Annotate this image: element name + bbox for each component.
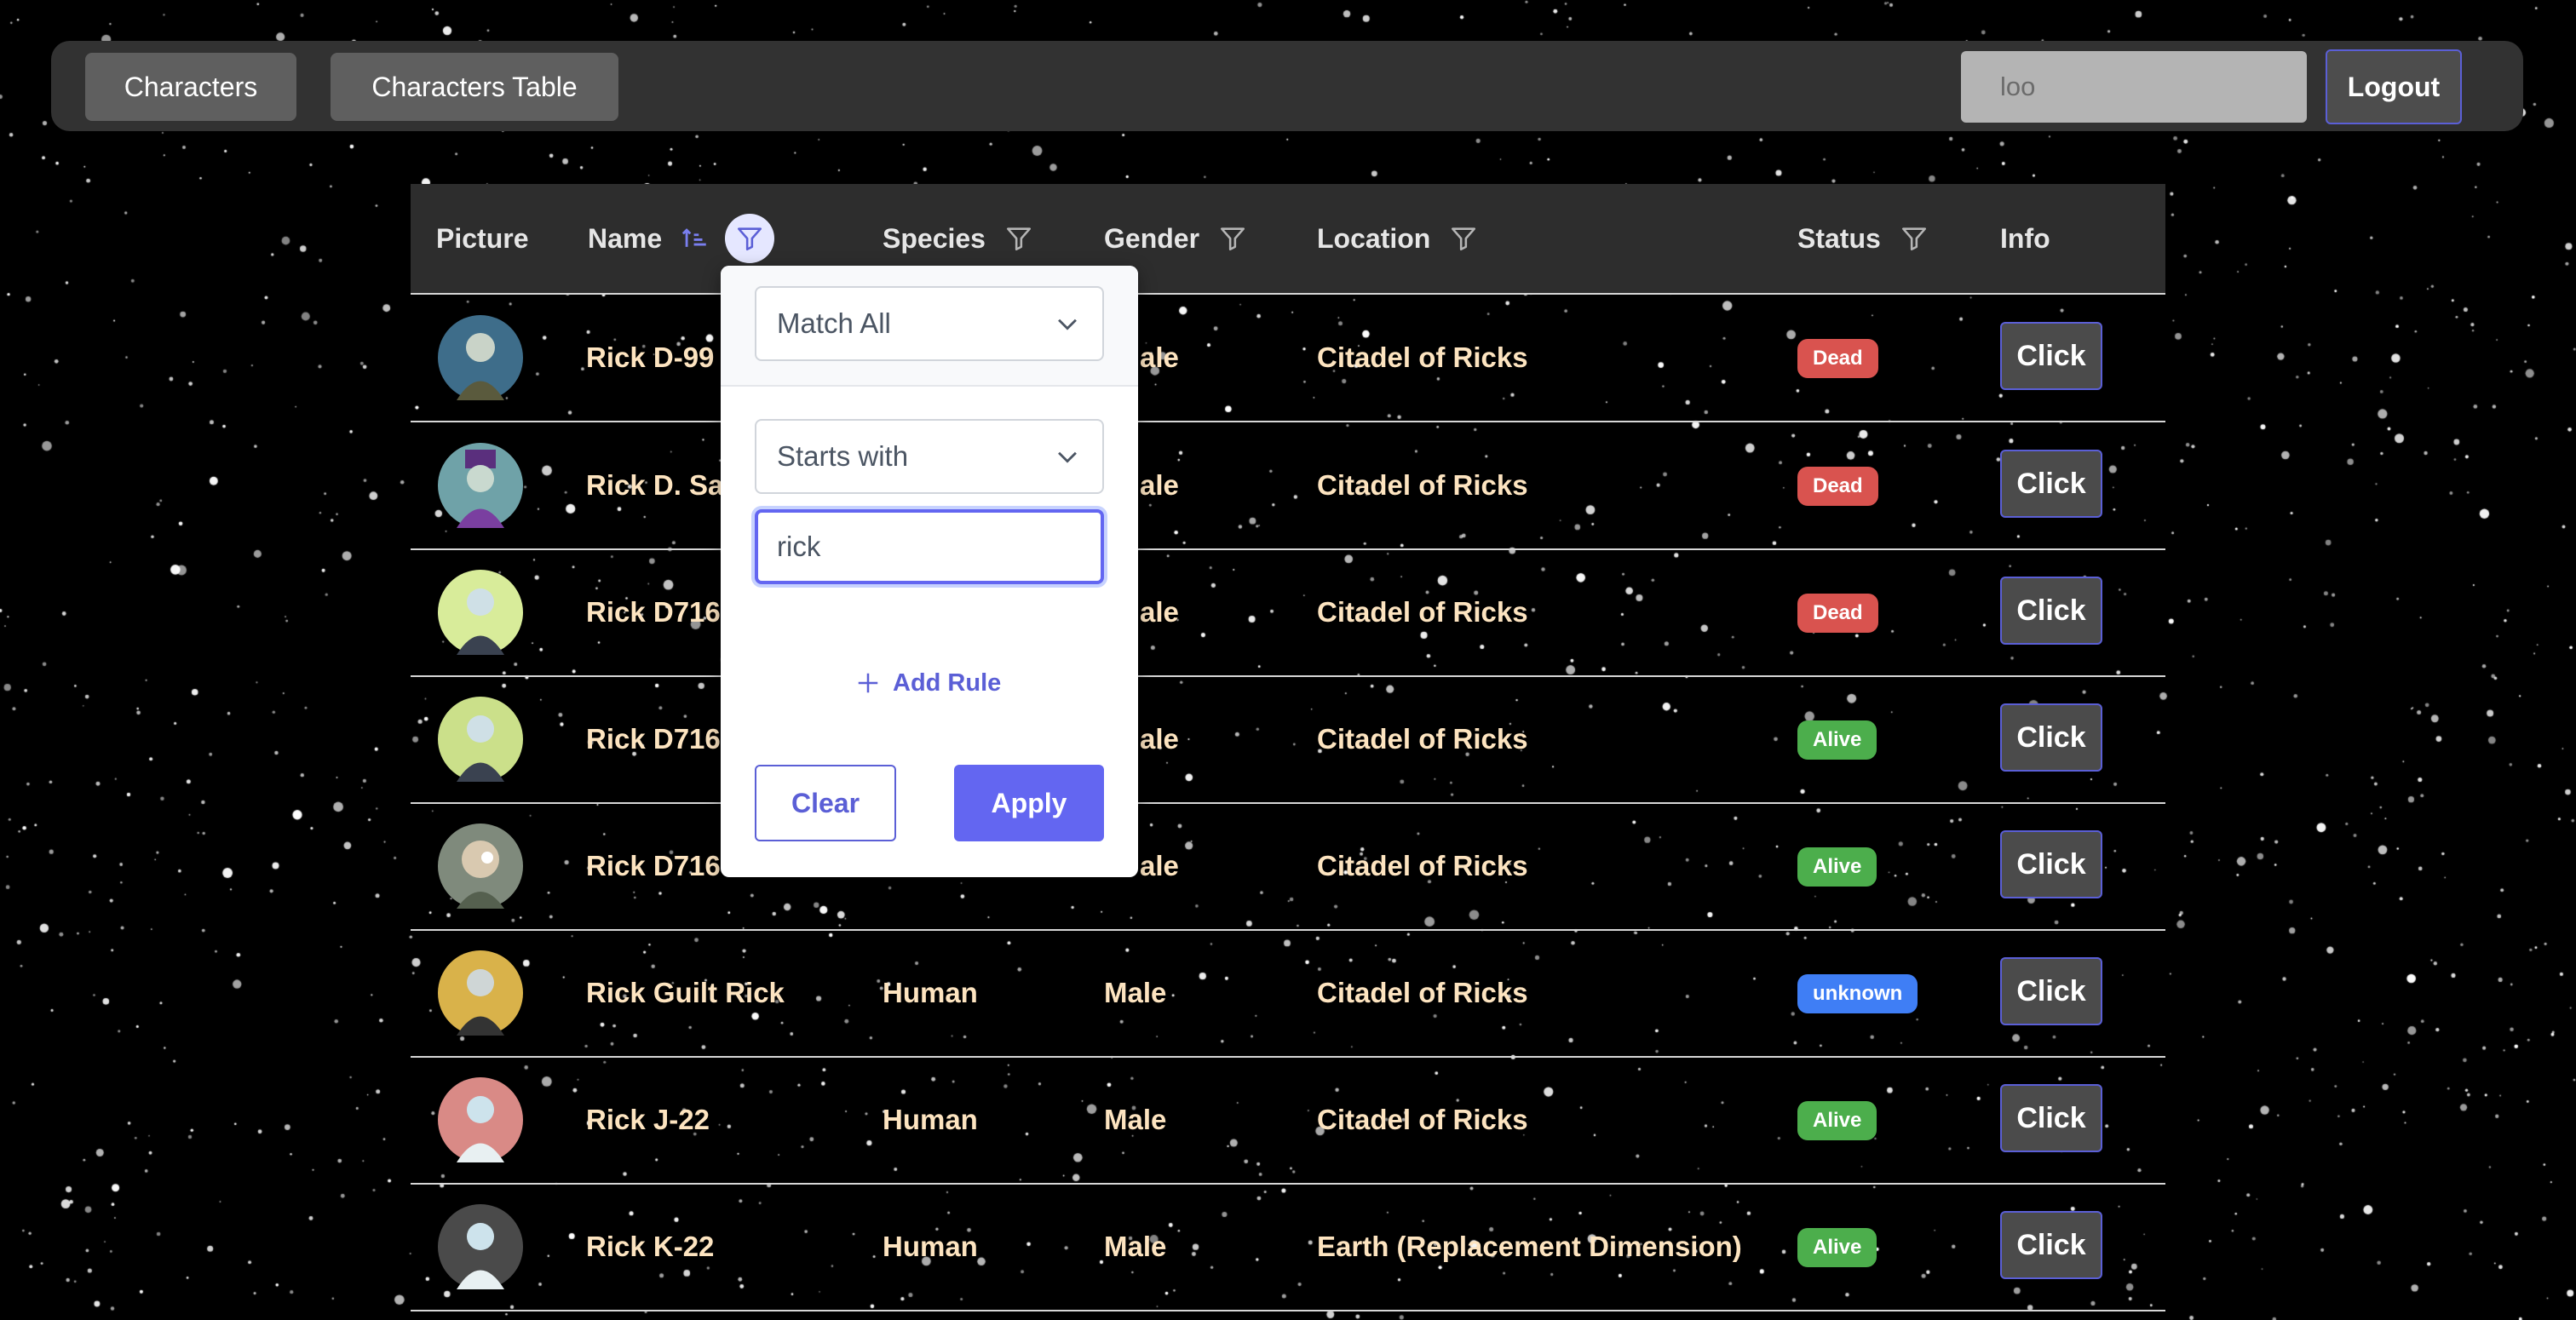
apply-button[interactable]: Apply [954,765,1104,841]
status-badge: Dead [1797,594,1878,633]
search-input[interactable] [1961,51,2307,123]
info-button[interactable]: Click [2000,703,2102,772]
name-filter-popup: Match All Starts with Add Rule Clear App… [721,266,1138,877]
location-cell: Citadel of Ricks [1317,1104,1528,1135]
chevron-down-icon [1058,319,1077,330]
info-button[interactable]: Click [2000,957,2102,1025]
status-filter-icon[interactable] [1900,224,1929,253]
logout-button[interactable]: Logout [2326,49,2462,124]
status-badge: Dead [1797,339,1878,378]
gender-cell: ale [1140,469,1179,501]
table-row: Rick K-22 Human Male Earth (Replacement … [411,1184,2165,1311]
header-info: Info [2000,184,2050,293]
location-cell: Citadel of Ricks [1317,977,1528,1008]
name-cell: Rick K-22 [586,1231,715,1262]
gender-cell: Male [1104,1104,1167,1135]
location-cell: Earth (Replacement Dimension) [1317,1231,1742,1262]
header-picture-label: Picture [436,222,529,254]
header-name-label[interactable]: Name [588,223,662,255]
name-cell: Rick J-22 [586,1104,710,1135]
avatar [438,315,523,400]
location-cell: Citadel of Ricks [1317,341,1528,373]
species-cell: Human [883,1104,978,1135]
name-cell: Rick D716 [586,596,721,628]
info-button[interactable]: Click [2000,1211,2102,1279]
status-badge: Alive [1797,720,1877,760]
header-location: Location [1317,184,1478,293]
status-badge: Dead [1797,467,1878,506]
info-button[interactable]: Click [2000,577,2102,645]
status-badge: Alive [1797,1101,1877,1140]
name-cell: Rick D. Sa [586,469,724,501]
filter-icon [738,227,762,251]
species-cell: Human [883,1231,978,1262]
table-row: Rick D-99 ale Citadel of Ricks Dead Clic… [411,295,2165,422]
location-cell: Citadel of Ricks [1317,723,1528,755]
header-species-label: Species [883,222,986,254]
avatar [438,570,523,655]
table-row: Rick D. Sa ale Citadel of Ricks Dead Cli… [411,422,2165,550]
filter-operator-section: Match All [721,266,1138,387]
operator-dropdown[interactable]: Match All [755,286,1104,361]
location-cell: Citadel of Ricks [1317,469,1528,501]
sort-ascending-icon[interactable] [681,224,710,253]
header-picture: Picture [436,184,528,293]
top-navigation-bar: Characters Characters Table Logout [51,41,2523,131]
add-rule-button[interactable]: Add Rule [855,657,1001,709]
match-mode-dropdown[interactable]: Starts with [755,419,1104,494]
info-button[interactable]: Click [2000,830,2102,898]
gender-cell: ale [1140,723,1179,755]
header-status: Status [1797,184,1929,293]
location-cell: Citadel of Ricks [1317,850,1528,881]
operator-value: Match All [777,307,891,339]
name-cell: Rick D716 [586,850,721,881]
status-badge: Alive [1797,1228,1877,1267]
location-cell: Citadel of Ricks [1317,596,1528,628]
add-rule-label: Add Rule [893,669,1002,697]
species-filter-icon[interactable] [1004,224,1033,253]
info-button[interactable]: Click [2000,450,2102,518]
table-row: Rick D716 ale Citadel of Ricks Alive Cli… [411,803,2165,931]
table-row: Rick D716 ale Citadel of Ricks Alive Cli… [411,676,2165,804]
location-filter-icon[interactable] [1449,224,1478,253]
name-cell: Rick Guilt Rick [586,977,785,1008]
avatar [438,697,523,782]
table-row: Rick Guilt Rick Human Male Citadel of Ri… [411,930,2165,1058]
name-cell: Rick D716 [586,723,721,755]
avatar [438,443,523,528]
gender-cell: Male [1104,977,1167,1008]
gender-cell: ale [1140,850,1179,881]
filter-value-input[interactable] [755,509,1104,584]
plus-icon [858,673,878,693]
name-cell: Rick D-99 [586,341,715,373]
avatar [438,950,523,1036]
gender-cell: ale [1140,596,1179,628]
clear-button[interactable]: Clear [755,765,896,841]
gender-filter-icon[interactable] [1218,224,1247,253]
table-row: Rick D716 ale Citadel of Ricks Dead Clic… [411,549,2165,677]
avatar [438,1204,523,1289]
species-cell: Human [883,977,978,1008]
name-filter-button[interactable] [725,214,775,263]
info-button[interactable]: Click [2000,1084,2102,1152]
status-badge: Alive [1797,847,1877,887]
match-mode-value: Starts with [777,440,909,472]
avatar [438,824,523,909]
gender-cell: Male [1104,1231,1167,1262]
gender-cell: ale [1140,341,1179,373]
characters-nav-button[interactable]: Characters [85,53,296,121]
header-location-label: Location [1317,222,1431,254]
info-button[interactable]: Click [2000,322,2102,390]
table-row: Rick J-22 Human Male Citadel of Ricks Al… [411,1057,2165,1185]
header-info-label: Info [2000,222,2050,254]
characters-table-nav-button[interactable]: Characters Table [331,53,618,121]
table-header: Picture Name Species Gender Location Sta… [411,184,2165,295]
header-status-label: Status [1797,222,1881,254]
avatar [438,1077,523,1162]
header-gender-label: Gender [1104,222,1200,254]
chevron-down-icon [1058,451,1077,463]
status-badge: unknown [1797,974,1918,1013]
